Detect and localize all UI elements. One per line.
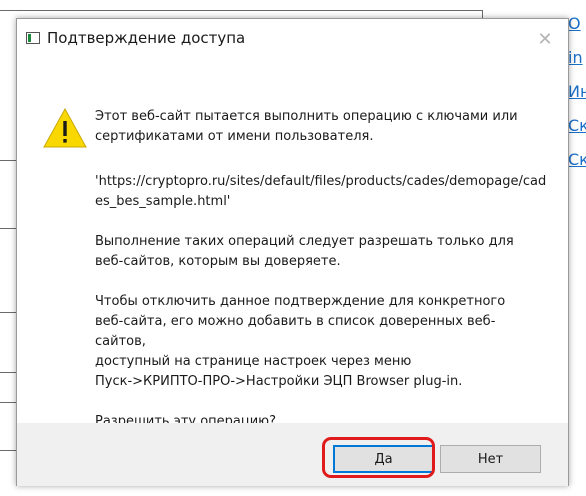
- yes-button[interactable]: Да: [333, 445, 434, 473]
- disable-hint-text: Чтобы отключить данное подтверждение для…: [95, 294, 506, 389]
- no-button[interactable]: Нет: [440, 445, 541, 473]
- background-link[interactable]: Ск: [568, 150, 586, 169]
- intro-text: Этот веб-сайт пытается выполнить операци…: [95, 109, 518, 144]
- background-divider: [0, 228, 16, 229]
- warning-icon: [43, 107, 87, 148]
- dialog-titlebar[interactable]: Подтверждение доступа ✕: [17, 19, 568, 59]
- background-link[interactable]: in: [568, 48, 583, 67]
- background-divider: [0, 10, 483, 11]
- background-divider: [0, 372, 16, 373]
- window-app-icon: [26, 32, 40, 44]
- close-icon: ✕: [537, 28, 553, 50]
- dialog-footer: Да Нет: [17, 423, 568, 486]
- close-button[interactable]: ✕: [522, 19, 568, 59]
- dialog-content: Этот веб-сайт пытается выполнить операци…: [17, 59, 568, 429]
- background-link[interactable]: О: [568, 14, 581, 33]
- site-url: 'https://cryptopro.ru/sites/default/file…: [95, 174, 547, 209]
- dialog-message: Этот веб-сайт пытается выполнить операци…: [95, 107, 547, 432]
- access-confirmation-dialog: Подтверждение доступа ✕ Этот веб-сайт пы…: [16, 18, 569, 486]
- advice-text: Выполнение таких операций следует разреш…: [95, 234, 514, 269]
- app-icon-bar: [28, 34, 31, 42]
- dialog-title: Подтверждение доступа: [47, 29, 246, 47]
- background-divider: [0, 312, 16, 313]
- background-link[interactable]: Ин: [568, 82, 586, 101]
- background-divider: [0, 160, 16, 161]
- background-link[interactable]: Ск: [568, 116, 586, 135]
- background-divider: [0, 402, 16, 403]
- background-divider: [482, 10, 483, 18]
- background-divider: [0, 450, 16, 451]
